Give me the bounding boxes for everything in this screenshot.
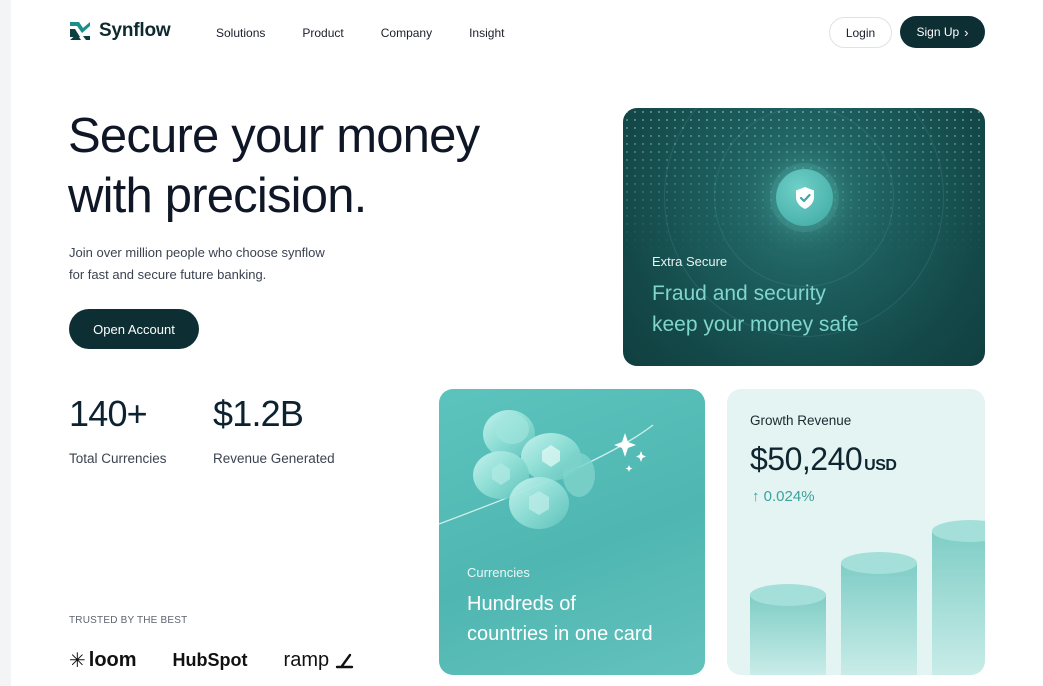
hero-title-line1: Secure your money [68,109,480,163]
currencies-card-title-line2: countries in one card [467,623,653,645]
growth-revenue-card: Growth Revenue $50,240 USD ↑ 0.024% [727,389,985,675]
hero-subtitle: Join over million people who choose synf… [69,242,369,286]
nav-link-product[interactable]: Product [302,26,343,40]
signup-button[interactable]: Sign Up › [900,16,985,48]
ramp-logo: ramp [284,649,357,672]
stat-label: Total Currencies [69,451,167,466]
currencies-card-label: Currencies [467,565,530,580]
nav-link-insight[interactable]: Insight [469,26,504,40]
stat-value: 140+ [69,393,148,434]
hero-title-line2: with precision. [68,169,367,223]
open-account-button[interactable]: Open Account [69,309,199,349]
brand-logo[interactable]: Synflow [69,20,171,42]
trusted-label: TRUSTED BY THE BEST [69,615,188,626]
nav-link-company[interactable]: Company [381,26,432,40]
coins-illustration [439,410,654,529]
hero-title: Secure your money with precision. [68,106,548,226]
ramp-mark-icon [335,653,354,668]
extra-secure-card: Extra Secure Fraud and security keep you… [623,108,985,366]
hubspot-logo-text: HubSpot [172,650,248,670]
secure-card-label: Extra Secure [652,254,728,269]
currencies-card-title: Hundreds of countries in one card [467,589,697,649]
chevron-right-icon: › [964,24,969,40]
secure-card-title-line1: Fraud and security [652,282,826,305]
hero-subtitle-line2: for fast and secure future banking. [69,267,267,282]
secure-card-title-line2: keep your money safe [652,313,859,336]
brand-name: Synflow [99,20,171,41]
hubspot-logo: HubSpot [173,650,248,671]
stat-value: $1.2B [213,393,304,434]
nav-link-solutions[interactable]: Solutions [216,26,265,40]
currencies-card: Currencies Hundreds of countries in one … [439,389,705,675]
login-label: Login [845,25,876,40]
shield-badge [776,169,833,226]
hero-subtitle-line1: Join over million people who choose synf… [69,245,325,260]
ramp-logo-text: ramp [283,649,330,671]
growth-bars-illustration [750,520,985,675]
currencies-card-title-line1: Hundreds of [467,593,576,615]
landing-page: Synflow Solutions Product Company Insigh… [11,0,1043,686]
growth-unit: USD [864,457,897,474]
shield-check-icon [795,186,814,209]
main-nav: Solutions Product Company Insight [216,26,541,40]
loom-logo: ✳ loom [69,648,137,673]
stat-currencies: 140+ Total Currencies [69,393,167,466]
stat-revenue: $1.2B Revenue Generated [213,393,335,466]
stat-label: Revenue Generated [213,451,335,466]
login-button[interactable]: Login [829,17,892,48]
partner-logos: ✳ loom HubSpot ramp [69,648,356,673]
synflow-logo-icon [70,22,90,40]
signup-label: Sign Up [916,25,960,39]
growth-card-label: Growth Revenue [750,413,852,428]
loom-burst-icon: ✳ [69,650,86,672]
growth-value: $50,240 USD [750,441,897,478]
secure-card-title: Fraud and security keep your money safe [652,278,952,340]
open-account-label: Open Account [93,321,175,337]
growth-amount: $50,240 [750,441,863,477]
loom-logo-text: loom [88,649,137,671]
